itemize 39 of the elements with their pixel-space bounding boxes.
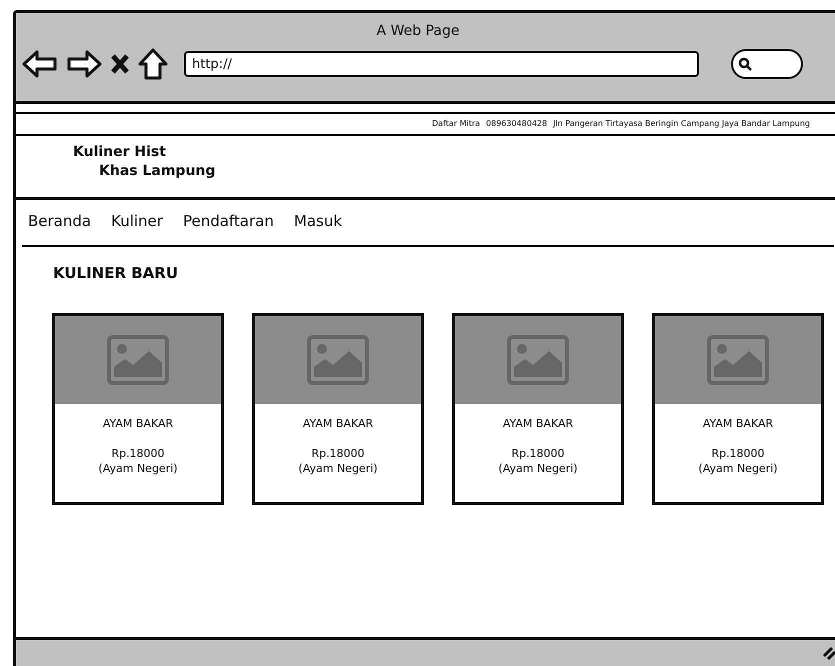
search-field[interactable]	[731, 49, 803, 79]
product-card[interactable]: AYAM BAKAR Rp.18000 (Ayam Negeri)	[652, 312, 824, 504]
link[interactable]: Daftar Mitra	[432, 118, 480, 130]
logo-text: Khas Lampung	[99, 162, 216, 181]
image-icon	[707, 334, 769, 384]
image-icon	[307, 334, 369, 384]
image-icon	[107, 334, 169, 384]
product-note: (Ayam Negeri)	[297, 460, 379, 476]
info-text: Jln Pangeran Tirtayasa Beringin Campang Jaya Bandar Lampung	[553, 118, 810, 130]
product-name: AYAM BAKAR	[302, 416, 374, 430]
product-price: Rp.18000	[310, 446, 366, 460]
product-note: (Ayam Negeri)	[697, 460, 779, 476]
address-field[interactable]: http://	[184, 51, 699, 77]
product-price: Rp.18000	[110, 446, 166, 460]
back-icon[interactable]	[22, 49, 58, 79]
product-card[interactable]: AYAM BAKAR Rp.18000 (Ayam Negeri)	[52, 312, 224, 504]
section-heading: KULINER BARU	[53, 263, 180, 284]
window-title: A Web Page	[376, 22, 460, 41]
resize-grip-icon[interactable]	[822, 646, 835, 660]
nav-link[interactable]: Pendaftaran	[182, 210, 274, 245]
product-price: Rp.18000	[510, 446, 566, 460]
nav-link[interactable]: Kuliner	[111, 210, 163, 245]
info-text: 089630480428	[486, 118, 548, 130]
product-card[interactable]: AYAM BAKAR Rp.18000 (Ayam Negeri)	[452, 312, 624, 504]
logo-text: Kuliner Hist	[73, 143, 167, 162]
forward-icon[interactable]	[66, 49, 102, 79]
product-price: Rp.18000	[710, 446, 766, 460]
nav-link[interactable]: Masuk	[294, 210, 342, 245]
product-name: AYAM BAKAR	[102, 416, 174, 430]
product-name: AYAM BAKAR	[502, 416, 574, 430]
nav-link[interactable]: Beranda	[28, 210, 92, 245]
product-name: AYAM BAKAR	[702, 416, 774, 430]
home-icon[interactable]	[138, 48, 168, 80]
product-note: (Ayam Negeri)	[497, 460, 579, 476]
product-card[interactable]: AYAM BAKAR Rp.18000 (Ayam Negeri)	[252, 312, 424, 504]
close-icon[interactable]	[110, 53, 130, 75]
product-note: (Ayam Negeri)	[97, 460, 179, 476]
search-icon	[738, 57, 752, 71]
image-icon	[507, 334, 569, 384]
